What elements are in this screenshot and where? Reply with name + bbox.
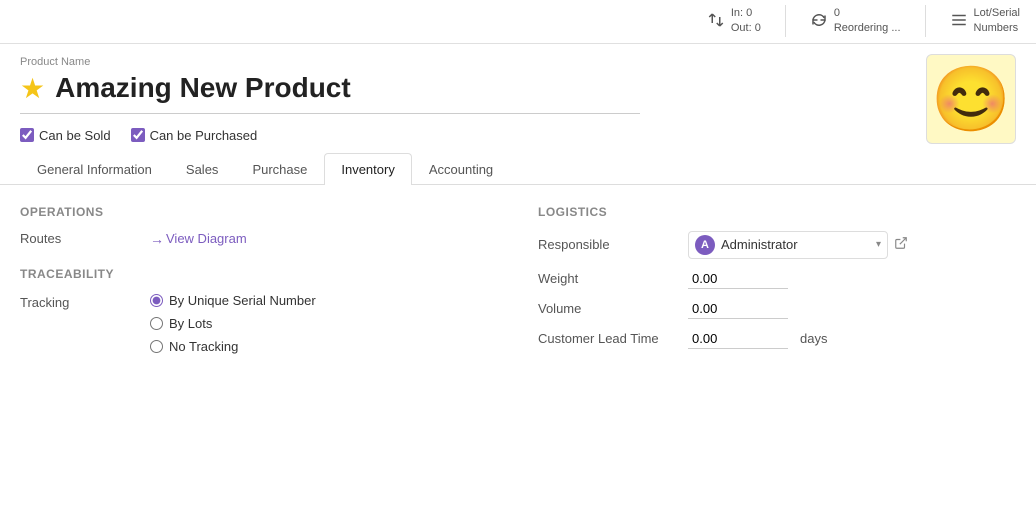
product-title[interactable]: Amazing New Product: [55, 72, 351, 104]
tracking-label: Tracking: [20, 293, 150, 310]
volume-input[interactable]: [688, 299, 788, 319]
operations-title: Operations: [20, 205, 498, 219]
product-title-row: ★ Amazing New Product: [20, 72, 640, 114]
days-label: days: [800, 331, 827, 346]
tracking-none-radio[interactable]: [150, 340, 163, 353]
responsible-field-row: Responsible A Administrator ▾: [538, 231, 1016, 259]
transfer-icon: [707, 11, 725, 32]
tracking-lots-option[interactable]: By Lots: [150, 316, 316, 331]
routes-field-row: Routes → View Diagram: [20, 231, 498, 247]
tracking-none-label: No Tracking: [169, 339, 238, 354]
tracking-serial-label: By Unique Serial Number: [169, 293, 316, 308]
favorite-star-icon[interactable]: ★: [20, 72, 45, 105]
customer-lead-time-field-row: Customer Lead Time days: [538, 329, 1016, 349]
can-be-purchased-checkbox-item[interactable]: Can be Purchased: [131, 128, 258, 143]
out-value: 0: [755, 22, 761, 34]
reordering-label: Reordering ...: [834, 21, 901, 36]
logistics-section: Logistics Responsible A Administrator ▾: [538, 205, 1016, 359]
product-image: 😊: [926, 54, 1016, 144]
can-be-sold-checkbox-item[interactable]: Can be Sold: [20, 128, 111, 143]
tabs: General Information Sales Purchase Inven…: [0, 153, 1036, 185]
tracking-none-option[interactable]: No Tracking: [150, 339, 316, 354]
volume-field-row: Volume: [538, 299, 1016, 319]
can-be-purchased-label: Can be Purchased: [150, 128, 258, 143]
tracking-serial-radio[interactable]: [150, 294, 163, 307]
customer-lead-time-input[interactable]: [688, 329, 788, 349]
tab-inventory[interactable]: Inventory: [324, 153, 411, 185]
in-label: In:: [731, 7, 743, 19]
weight-label: Weight: [538, 271, 688, 286]
tracking-field-row: Tracking By Unique Serial Number By Lots…: [20, 293, 498, 354]
volume-label: Volume: [538, 301, 688, 316]
divider-2: [925, 5, 926, 37]
routes-label: Routes: [20, 231, 150, 246]
numbers-label: Numbers: [974, 21, 1020, 36]
tab-accounting[interactable]: Accounting: [412, 153, 510, 185]
operations-section: Operations Routes → View Diagram Traceab…: [20, 205, 498, 359]
tracking-lots-radio[interactable]: [150, 317, 163, 330]
arrow-right-icon: →: [150, 231, 164, 247]
lot-icon: [950, 11, 968, 32]
tab-sales[interactable]: Sales: [169, 153, 236, 185]
can-be-purchased-checkbox[interactable]: [131, 128, 145, 142]
divider-1: [785, 5, 786, 37]
traceability-section: Traceability Tracking By Unique Serial N…: [20, 267, 498, 354]
product-name-label: Product Name: [20, 56, 1016, 68]
responsible-select[interactable]: A Administrator ▾: [688, 231, 888, 259]
product-emoji: 😊: [931, 67, 1011, 131]
tab-content: Operations Routes → View Diagram Traceab…: [0, 185, 1036, 379]
traceability-title: Traceability: [20, 267, 498, 281]
tab-general-information[interactable]: General Information: [20, 153, 169, 185]
responsible-label: Responsible: [538, 237, 688, 252]
product-header: Product Name ★ Amazing New Product 😊: [0, 44, 1036, 114]
reordering-value: 0: [834, 6, 901, 21]
weight-input[interactable]: [688, 269, 788, 289]
customer-lead-time-label: Customer Lead Time: [538, 331, 688, 346]
tab-purchase[interactable]: Purchase: [235, 153, 324, 185]
lot-serial-widget[interactable]: Lot/Serial Numbers: [942, 4, 1028, 39]
logistics-title: Logistics: [538, 205, 1016, 219]
lot-serial-label: Lot/Serial: [974, 6, 1020, 21]
view-diagram-link[interactable]: → View Diagram: [150, 231, 247, 247]
can-be-sold-label: Can be Sold: [39, 128, 111, 143]
external-link-icon[interactable]: [894, 236, 908, 253]
can-be-sold-checkbox[interactable]: [20, 128, 34, 142]
responsible-name: Administrator: [721, 237, 870, 252]
checkboxes-row: Can be Sold Can be Purchased: [0, 124, 1036, 153]
responsible-avatar: A: [695, 235, 715, 255]
reorder-icon: [810, 11, 828, 32]
top-bar: In: 0 Out: 0 0 Reordering ... Lot/Serial…: [0, 0, 1036, 44]
weight-field-row: Weight: [538, 269, 1016, 289]
in-value: 0: [746, 7, 752, 19]
tracking-radio-group: By Unique Serial Number By Lots No Track…: [150, 293, 316, 354]
chevron-down-icon: ▾: [876, 239, 881, 250]
out-label: Out:: [731, 22, 752, 34]
tracking-lots-label: By Lots: [169, 316, 212, 331]
in-out-widget[interactable]: In: 0 Out: 0: [699, 4, 769, 39]
reordering-widget[interactable]: 0 Reordering ...: [802, 4, 909, 39]
tracking-serial-option[interactable]: By Unique Serial Number: [150, 293, 316, 308]
